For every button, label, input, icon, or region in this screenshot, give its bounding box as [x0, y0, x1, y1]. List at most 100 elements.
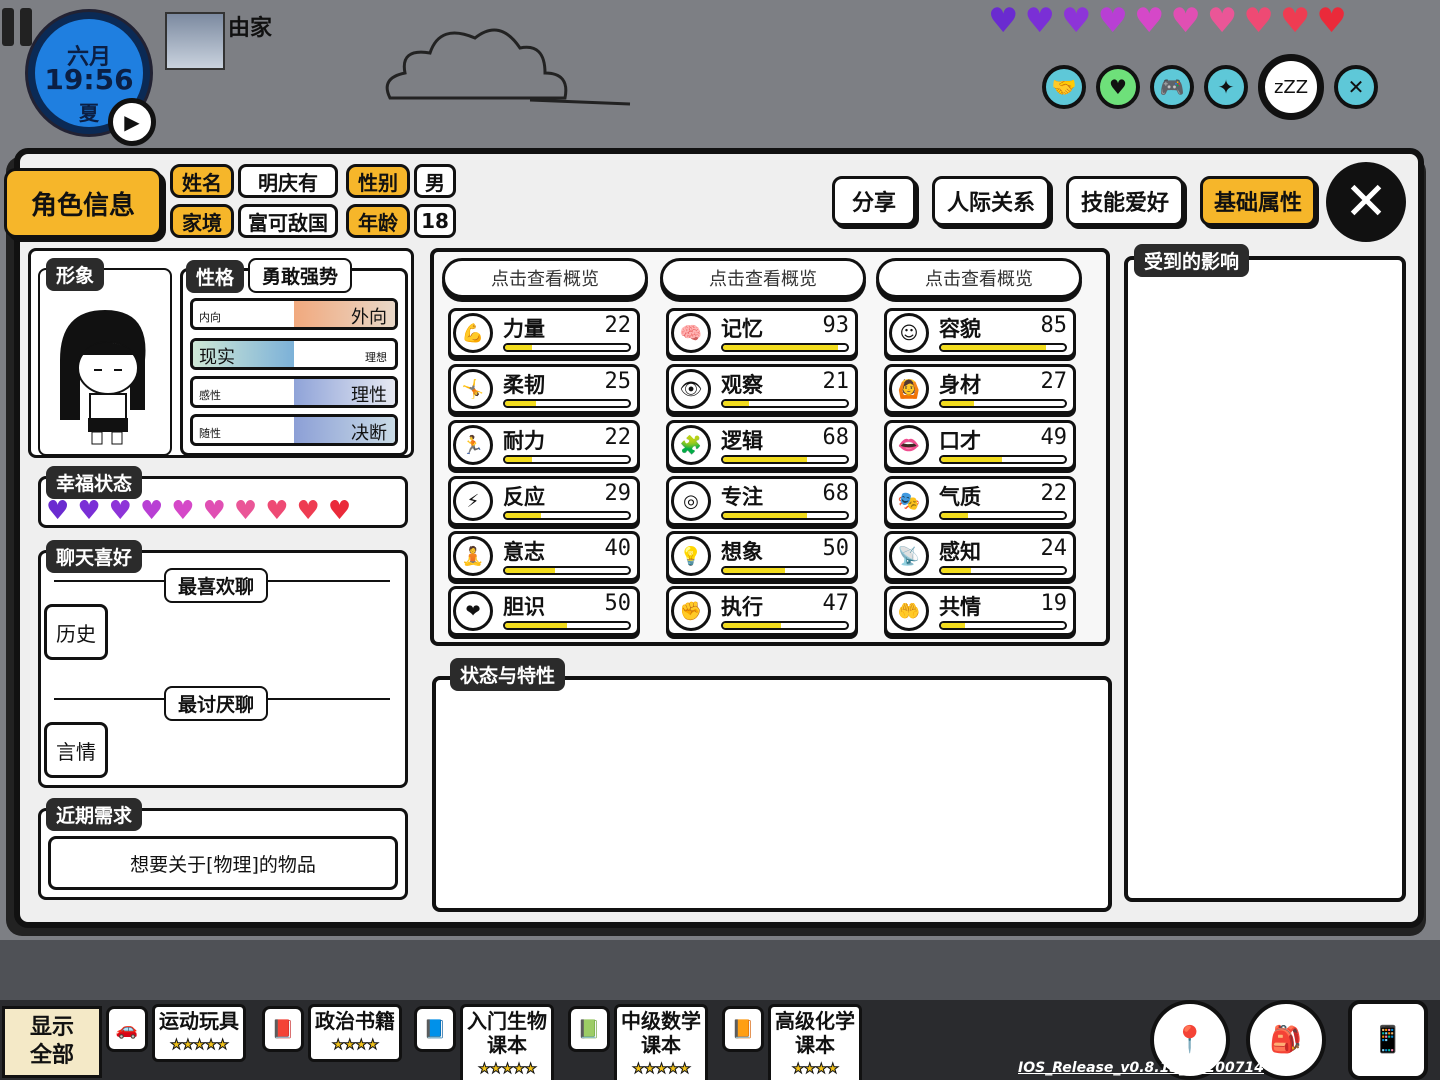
needs-header: 近期需求: [46, 798, 143, 831]
heart-icon: ♥: [265, 496, 289, 526]
phone-button[interactable]: 📱: [1348, 1000, 1428, 1080]
inventory-item[interactable]: 📙 高级化学 课本 ★★★★: [722, 1004, 862, 1080]
share-button[interactable]: 分享: [832, 176, 916, 226]
stat-bar: [721, 621, 849, 630]
stat-item[interactable]: 🙆 身材 27: [884, 364, 1076, 414]
heart-icon: ♥: [77, 496, 101, 526]
stat-bar: [721, 399, 849, 408]
stat-name: 容貌: [939, 317, 981, 341]
stat-name: 感知: [939, 540, 981, 564]
stat-name: 身材: [939, 373, 981, 397]
stat-name: 共情: [939, 595, 981, 619]
stat-value: 68: [822, 481, 850, 506]
stat-item[interactable]: 🎭 气质 22: [884, 476, 1076, 526]
play-icon: ▶: [124, 110, 140, 134]
stat-bar: [939, 566, 1067, 575]
trait-realistic-idealistic: 现实 理想: [190, 338, 398, 370]
stat-name: 力量: [503, 317, 545, 341]
dodge-icon: ⚡: [453, 481, 493, 521]
stat-item[interactable]: ◎ 专注 68: [666, 476, 858, 526]
stat-bar: [503, 343, 631, 352]
stat-item[interactable]: 🧩 逻辑 68: [666, 420, 858, 470]
family-value: 富可敌国: [238, 204, 338, 238]
tab-skills[interactable]: 技能爱好: [1066, 176, 1184, 226]
stat-name: 想象: [721, 540, 763, 564]
stat-value: 49: [1040, 425, 1068, 450]
stat-bar: [503, 621, 631, 630]
pause-button[interactable]: [0, 8, 40, 48]
like-topic-chip[interactable]: 历史: [44, 604, 108, 660]
tab-relations[interactable]: 人际关系: [932, 176, 1050, 226]
inventory-item[interactable]: 📘 入门生物 课本 ★★★★★: [414, 1004, 554, 1080]
stat-item[interactable]: 🤸 柔韧 25: [448, 364, 640, 414]
stat-item[interactable]: 👄 口才 49: [884, 420, 1076, 470]
stat-bar: [939, 399, 1067, 408]
stat-value: 27: [1040, 369, 1068, 394]
influence-box: [1124, 256, 1406, 902]
sleep-icon[interactable]: zZZ: [1258, 54, 1324, 120]
will-icon: 🧘: [453, 536, 493, 576]
overview-button-mental[interactable]: 点击查看概览: [660, 258, 866, 298]
trait-casual-decisive: 随性 决断: [190, 414, 398, 446]
puzzle-icon: 🧩: [671, 425, 711, 465]
heart-icon: ♥: [1243, 1, 1274, 41]
close-button[interactable]: ✕: [1326, 162, 1406, 242]
show-all-button[interactable]: 显示 全部: [2, 1006, 102, 1078]
stat-value: 21: [822, 369, 850, 394]
stat-item[interactable]: ☺ 容貌 85: [884, 308, 1076, 358]
stat-item[interactable]: 🧠 记忆 93: [666, 308, 858, 358]
toy-icon: 🚗: [106, 1006, 148, 1052]
sparkle-icon[interactable]: ✦: [1204, 65, 1248, 109]
stat-value: 40: [604, 536, 632, 561]
personality-value: 勇敢强势: [248, 258, 353, 293]
time-text: 19:56: [44, 63, 134, 96]
inventory-item[interactable]: 📗 中级数学 课本 ★★★★★: [568, 1004, 708, 1080]
need-item[interactable]: 想要关于[物理]的物品: [48, 836, 398, 890]
fork-knife-icon[interactable]: ✕: [1334, 65, 1378, 109]
heart-icon: ♥: [1316, 1, 1347, 41]
heart-icon[interactable]: ♥: [1096, 65, 1140, 109]
stat-bar: [939, 511, 1067, 520]
stat-value: 19: [1040, 591, 1068, 616]
run-icon: 🏃: [453, 425, 493, 465]
dislike-topic-chip[interactable]: 言情: [44, 722, 108, 778]
happiness-header: 幸福状态: [46, 466, 143, 499]
play-button[interactable]: ▶: [108, 98, 156, 146]
overview-button-social[interactable]: 点击查看概览: [876, 258, 1082, 298]
stat-item[interactable]: ⚡ 反应 29: [448, 476, 640, 526]
stat-item[interactable]: 👁 观察 21: [666, 364, 858, 414]
item-label: 运动玩具 ★★★★★: [152, 1004, 246, 1062]
age-label: 年龄: [346, 204, 410, 238]
personality-header: 性格: [186, 260, 245, 293]
bulb-icon: 💡: [671, 536, 711, 576]
stat-item[interactable]: ✊ 执行 47: [666, 586, 858, 636]
overview-button-physical[interactable]: 点击查看概览: [442, 258, 648, 298]
stat-item[interactable]: 🤲 共情 19: [884, 586, 1076, 636]
player-portrait[interactable]: [165, 12, 225, 70]
book-icon: 📗: [568, 1006, 610, 1052]
chat-header: 聊天喜好: [46, 540, 143, 573]
handshake-icon[interactable]: 🤝: [1042, 65, 1086, 109]
item-label: 高级化学 课本 ★★★★: [768, 1004, 862, 1080]
panel-title: 角色信息: [4, 168, 162, 238]
rating-stars: ★★★★★: [632, 1061, 692, 1078]
stat-bar: [939, 343, 1067, 352]
stat-item[interactable]: ❤ 胆识 50: [448, 586, 640, 636]
gamepad-icon[interactable]: 🎮: [1150, 65, 1194, 109]
stat-item[interactable]: 💪 力量 22: [448, 308, 640, 358]
stat-item[interactable]: 🧘 意志 40: [448, 531, 640, 581]
stat-name: 专注: [721, 485, 763, 509]
book-icon: 📕: [262, 1006, 304, 1052]
mood-hearts: ♥ ♥ ♥ ♥ ♥ ♥ ♥ ♥ ♥ ♥: [988, 4, 1347, 38]
tab-basic-attributes[interactable]: 基础属性: [1200, 176, 1316, 226]
inventory-item[interactable]: 📕 政治书籍 ★★★★: [262, 1004, 402, 1074]
stat-item[interactable]: 📡 感知 24: [884, 531, 1076, 581]
empathy-icon: 🤲: [889, 591, 929, 631]
stat-item[interactable]: 🏃 耐力 22: [448, 420, 640, 470]
heart-icon: ♥: [1060, 1, 1092, 41]
stat-name: 胆识: [503, 595, 545, 619]
stat-value: 25: [604, 369, 632, 394]
stat-item[interactable]: 💡 想象 50: [666, 531, 858, 581]
inventory-item[interactable]: 🚗 运动玩具 ★★★★★: [106, 1004, 246, 1074]
stat-name: 记忆: [721, 317, 763, 341]
